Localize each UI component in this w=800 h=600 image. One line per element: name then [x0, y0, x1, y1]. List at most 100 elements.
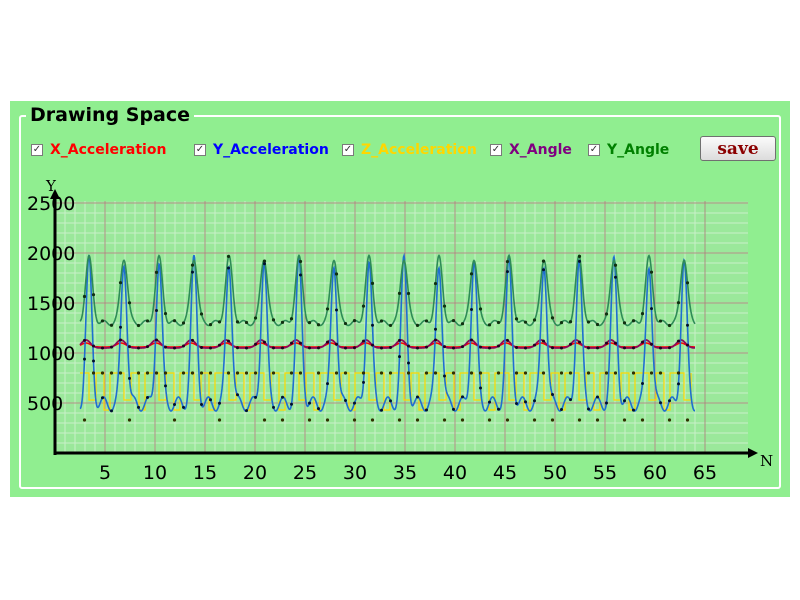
point-y-angle — [379, 319, 384, 323]
point-y-angle — [118, 281, 123, 285]
point-y-acceleration — [425, 408, 428, 412]
point-y-angle — [478, 307, 483, 311]
point-y-angle — [649, 270, 654, 274]
point-y-acceleration — [443, 374, 446, 378]
point-x-angle — [506, 338, 509, 342]
point-y-angle — [145, 319, 150, 323]
point-y-acceleration — [434, 327, 437, 331]
point-x-angle — [686, 343, 689, 347]
point-y-angle — [451, 318, 456, 323]
point-y-acceleration — [551, 392, 554, 396]
point-z-acceleration — [226, 371, 231, 375]
point-y-acceleration — [353, 401, 356, 405]
point-x-angle — [560, 346, 563, 350]
point-z-acceleration — [550, 418, 555, 422]
point-z-acceleration — [658, 371, 663, 375]
point-y-acceleration — [137, 405, 140, 409]
point-x-angle — [380, 346, 383, 350]
point-x-angle — [398, 338, 401, 342]
point-y-acceleration — [668, 399, 671, 403]
point-y-acceleration — [497, 407, 500, 411]
point-y-acceleration — [326, 382, 329, 386]
point-z-acceleration — [622, 418, 627, 422]
point-y-acceleration — [371, 323, 374, 327]
point-y-angle — [523, 320, 528, 324]
point-y-acceleration — [236, 393, 239, 397]
point-x-angle — [434, 338, 437, 342]
point-x-angle — [524, 346, 527, 350]
point-z-acceleration — [532, 418, 537, 422]
point-z-acceleration — [208, 371, 213, 375]
point-y-acceleration — [407, 361, 410, 365]
point-y-acceleration — [650, 307, 653, 311]
point-y-angle — [640, 312, 645, 316]
point-x-angle — [119, 338, 122, 342]
point-y-angle — [658, 319, 663, 323]
point-x-angle — [362, 339, 365, 343]
point-z-acceleration — [469, 371, 474, 375]
point-y-angle — [163, 311, 168, 316]
plot-area — [55, 201, 748, 453]
point-y-angle — [334, 272, 339, 276]
point-x-angle — [218, 343, 221, 347]
point-x-angle — [389, 345, 392, 349]
point-y-angle — [406, 291, 411, 296]
point-x-angle — [290, 341, 293, 345]
point-y-acceleration — [164, 384, 167, 388]
point-z-acceleration — [109, 371, 114, 375]
point-z-acceleration — [568, 371, 573, 375]
point-y-acceleration — [245, 409, 248, 413]
point-y-angle — [577, 254, 582, 258]
point-z-acceleration — [271, 371, 276, 375]
line-chart: 5 10 15 20 25 30 35 40 45 50 55 60 65 500 1000 1500 2000… — [27, 177, 773, 484]
point-x-angle — [128, 345, 131, 349]
point-y-acceleration — [218, 401, 221, 405]
point-y-acceleration — [506, 270, 509, 274]
point-z-acceleration — [244, 371, 249, 375]
point-z-acceleration — [136, 371, 141, 375]
x-tick-label: 5 — [99, 462, 111, 484]
point-x-angle — [173, 346, 176, 350]
point-y-angle — [586, 320, 591, 324]
point-y-acceleration — [227, 266, 230, 270]
point-y-angle — [415, 323, 420, 327]
point-y-acceleration — [596, 395, 599, 399]
point-y-angle — [172, 319, 177, 323]
point-y-acceleration — [290, 402, 293, 406]
point-y-angle — [433, 281, 438, 286]
point-z-acceleration — [442, 418, 447, 422]
point-y-angle — [199, 312, 204, 316]
point-z-acceleration — [487, 418, 492, 422]
point-x-angle — [92, 344, 95, 348]
point-z-acceleration — [424, 371, 429, 375]
point-x-angle — [245, 346, 248, 350]
point-x-angle — [587, 346, 590, 350]
point-x-angle — [407, 344, 410, 348]
point-y-acceleration — [281, 395, 284, 399]
point-x-angle — [263, 340, 266, 344]
point-x-angle — [227, 339, 230, 343]
point-y-acceleration — [461, 395, 464, 399]
point-x-angle — [668, 346, 671, 350]
point-y-acceleration — [677, 382, 680, 386]
point-y-angle — [622, 321, 627, 325]
point-y-acceleration — [488, 400, 491, 404]
point-x-angle — [344, 346, 347, 350]
point-y-angle — [505, 260, 510, 264]
point-z-acceleration — [478, 371, 483, 375]
point-y-acceleration — [344, 398, 347, 402]
point-y-acceleration — [182, 405, 185, 409]
point-y-acceleration — [524, 400, 527, 404]
point-y-angle — [190, 263, 195, 267]
point-y-angle — [685, 281, 690, 285]
x-axis-arrow — [748, 448, 758, 458]
point-z-acceleration — [343, 371, 348, 375]
point-z-acceleration — [316, 371, 321, 375]
point-y-angle — [631, 319, 636, 323]
point-y-acceleration — [641, 381, 644, 385]
point-z-acceleration — [586, 371, 591, 375]
point-x-angle — [605, 341, 608, 345]
point-y-acceleration — [110, 409, 113, 413]
point-x-angle — [236, 346, 239, 350]
point-y-angle — [298, 259, 303, 264]
